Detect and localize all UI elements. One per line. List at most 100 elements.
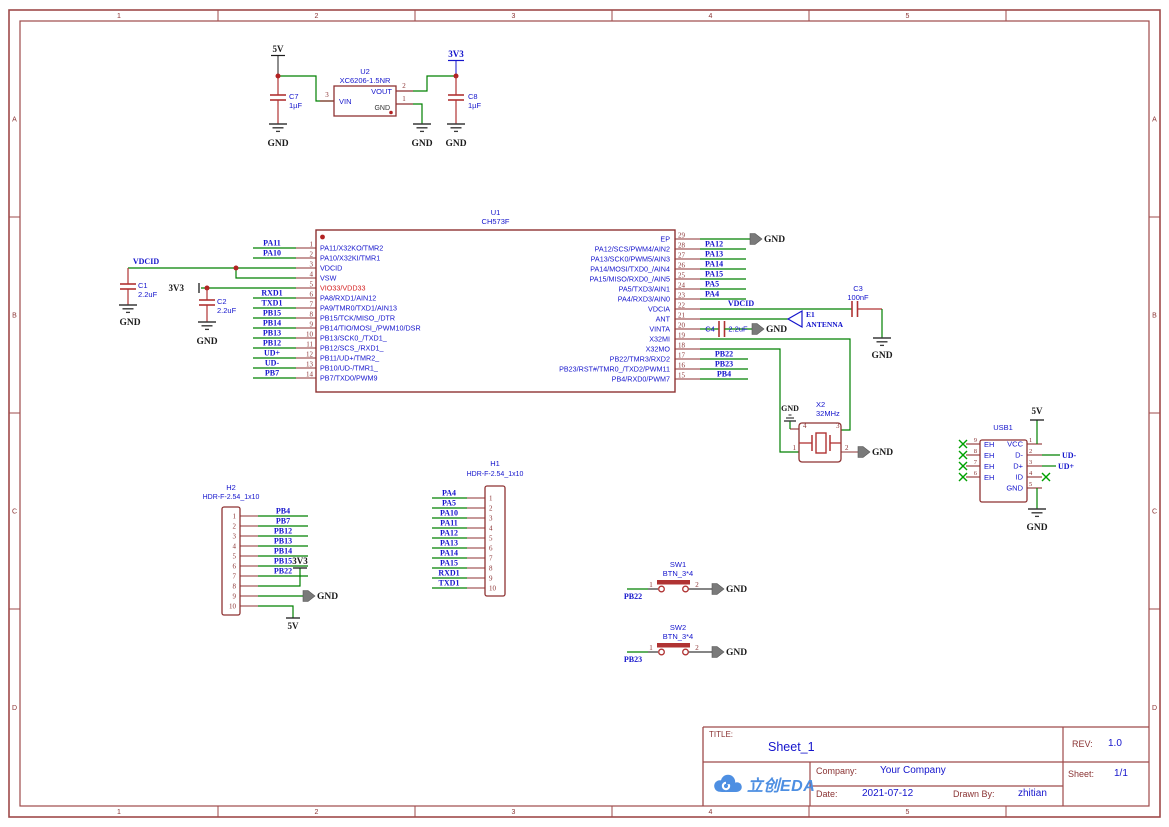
pin-name: X32MO (646, 345, 671, 354)
pin-number: 2 (695, 581, 699, 589)
component-ref: USB1 (993, 423, 1013, 432)
power-label: 3V3 (292, 556, 308, 566)
header-h2[interactable]: H2 HDR-F-2.54_1x10 1 PB4 2 PB7 3 PB12 4 PB13 5 PB14… (203, 483, 339, 631)
pin-name: GND (374, 105, 390, 112)
pin-number: 21 (678, 312, 686, 320)
net-label: PB22 (274, 567, 292, 576)
frame-row-label: C (1152, 509, 1157, 516)
usb-connector[interactable]: USB11VCC5V2D- UD-3D+ UD+4ID5GNDGND9 EH8 EH7 E… (958, 406, 1077, 533)
pin-number: 3 (233, 533, 237, 541)
net-label: PB13 (274, 537, 292, 546)
pin-number: 27 (678, 252, 686, 260)
h2-body[interactable] (221, 506, 241, 616)
pin-name: VINTA (649, 325, 670, 334)
net-label: RXD1 (261, 289, 282, 298)
gnd-label: GND (196, 337, 217, 347)
usb1-body[interactable] (979, 439, 1028, 503)
pin-name: VIO33/VDD33 (320, 284, 366, 293)
net-label: UD- (265, 359, 280, 368)
net-label: E1 (806, 310, 815, 319)
pin-number: 2 (489, 505, 493, 513)
crystal-x2[interactable]: X232MHz GND GND 4 3 1 2 (781, 400, 893, 463)
net-label: PB4 (717, 370, 731, 379)
pin-number: 5 (310, 281, 314, 289)
pin-number: 7 (310, 301, 314, 309)
cap-value: 2.2uF (728, 325, 748, 334)
component-value: 32MHz (816, 409, 840, 418)
voltage-regulator-circuit[interactable]: 5VC71µFGNDU2XC6206-1.5NR3VIN2VOUT1GNDGND… (267, 44, 481, 149)
pin-number: 19 (678, 332, 686, 340)
component-value: CH573F (482, 217, 510, 226)
pin-number: 26 (678, 262, 686, 270)
button-cap[interactable] (657, 643, 690, 648)
pin-number: 2 (845, 444, 849, 452)
cap-value: 1µF (289, 101, 302, 110)
pin-name: PB13/SCK0_/TXD1_ (320, 334, 388, 343)
pin-number: 3 (1029, 459, 1032, 466)
pin-name: X32MI (649, 335, 670, 344)
frame-column-label: 5 (906, 809, 910, 816)
pin-name: PA12/SCS/PWM4/AIN2 (595, 245, 670, 254)
pin-number: 6 (233, 563, 237, 571)
pin-number: 2 (695, 644, 699, 652)
mcu-u1[interactable]: U1CH573F 1 PA11/X32KO/TMR2 PA11 2 PA10/X32KI/… (119, 208, 893, 453)
component-ref: X2 (816, 400, 825, 409)
pin-name: VDCIA (648, 305, 670, 314)
pin-number: 7 (974, 459, 978, 466)
pin-number: 8 (233, 583, 237, 591)
component-value: BTN_3*4 (663, 632, 693, 641)
wire (258, 605, 294, 618)
frame-row-label: A (1152, 117, 1157, 124)
button-sw1[interactable]: SW1BTN_3*4 PB22 1 2 GND (624, 560, 747, 601)
net-label: PA4 (705, 290, 719, 299)
power-label: 5V (288, 621, 300, 631)
junction-dot (275, 73, 281, 79)
pin-name: PB12/SCS_/RXD1_ (320, 344, 385, 353)
h1-body[interactable] (484, 485, 506, 597)
gnd-flag-icon (751, 323, 765, 335)
pin-number: 9 (310, 321, 314, 329)
pin-name: VDCID (320, 264, 342, 273)
header-h1[interactable]: H1 HDR-F-2.54_1x10 1 PA4 2 PA5 3 PA10 4 PA11 5 PA12… (432, 459, 524, 597)
pin-number: 4 (1029, 470, 1033, 477)
pin-number: 8 (489, 565, 493, 573)
pin-name: PA4/RXD3/AIN0 (618, 295, 670, 304)
net-label: PA13 (440, 539, 458, 548)
button-sw2[interactable]: SW2BTN_3*4 PB23 1 2 GND (624, 623, 747, 664)
frame-column-label: 3 (512, 13, 516, 20)
gnd-label: GND (1026, 523, 1047, 533)
pin-number: 15 (678, 372, 686, 380)
schematic-sheet[interactable]: 1122334455A AB BC CD D5VC71µFGNDU2XC6206-1.5… (0, 0, 1169, 827)
component-ref: H1 (490, 459, 500, 468)
pin-number: 9 (233, 593, 237, 601)
cap-ref: C7 (289, 92, 299, 101)
net-label: PB14 (274, 547, 292, 556)
pin-number: 6 (310, 291, 314, 299)
button-cap[interactable] (657, 580, 690, 585)
gnd-flag-icon (711, 583, 725, 595)
net-label: PB22 (715, 350, 733, 359)
pin-number: 4 (803, 422, 807, 430)
component-ref: U2 (360, 67, 370, 76)
cap-ref: C4 (705, 325, 715, 334)
gnd-label: GND (119, 318, 140, 328)
net-label: TXD1 (439, 579, 460, 588)
pin-name: PA10/X32KI/TMR1 (320, 254, 380, 263)
frame-column-label: 5 (906, 13, 910, 20)
net-label: PA14 (440, 549, 458, 558)
cap-value: 100nF (847, 293, 869, 302)
pin-number: 8 (310, 311, 314, 319)
pin-number: 3 (310, 261, 314, 269)
pin-number: 3 (325, 91, 329, 99)
schematic-canvas[interactable]: 1 1 2 2 3 3 4 4 5 5 A A B B C C D D 5V C7 1µF GND U2 XC6206-1.5… (0, 0, 1169, 827)
pin-number: 2 (1029, 448, 1032, 455)
net-label: PA14 (705, 260, 723, 269)
gnd-label: GND (726, 585, 747, 595)
pin-number: 1 (233, 513, 237, 521)
pin-number: 11 (306, 341, 313, 349)
frame-column-label: 4 (709, 809, 713, 816)
gnd-label: GND (411, 139, 432, 149)
gnd-flag-icon (302, 590, 316, 602)
cap-ref: C2 (217, 297, 227, 306)
net-label: PB4 (276, 507, 290, 516)
